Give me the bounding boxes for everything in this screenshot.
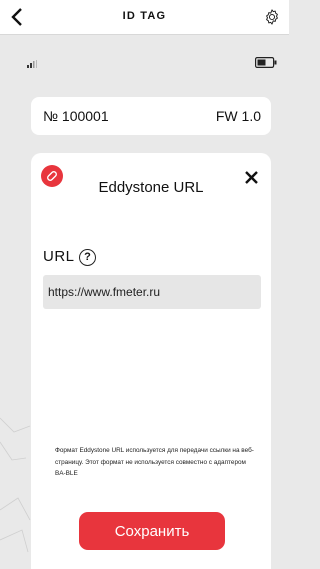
- device-number: № 100001: [43, 108, 109, 124]
- url-input[interactable]: [43, 275, 261, 309]
- battery-icon: [255, 57, 277, 68]
- settings-button[interactable]: [261, 6, 283, 28]
- firmware-version: FW 1.0: [215, 108, 261, 124]
- help-icon[interactable]: ?: [79, 249, 96, 266]
- eddystone-url-dialog: Eddystone URL URL ? Формат Eddystone URL…: [31, 153, 271, 569]
- top-bar: ID TAG: [0, 0, 289, 35]
- format-info-text: Формат Eddystone URL используется для пе…: [55, 447, 254, 477]
- dialog-title: Eddystone URL: [98, 179, 204, 196]
- device-card[interactable]: № 100001 FW 1.0: [31, 97, 271, 135]
- page-title: ID TAG: [122, 10, 167, 22]
- save-button[interactable]: Сохранить: [79, 512, 225, 550]
- gear-icon: [266, 9, 278, 25]
- close-icon: [244, 170, 258, 184]
- signal-icon: [27, 60, 37, 68]
- close-button[interactable]: [241, 167, 261, 187]
- url-label: URL: [43, 248, 75, 265]
